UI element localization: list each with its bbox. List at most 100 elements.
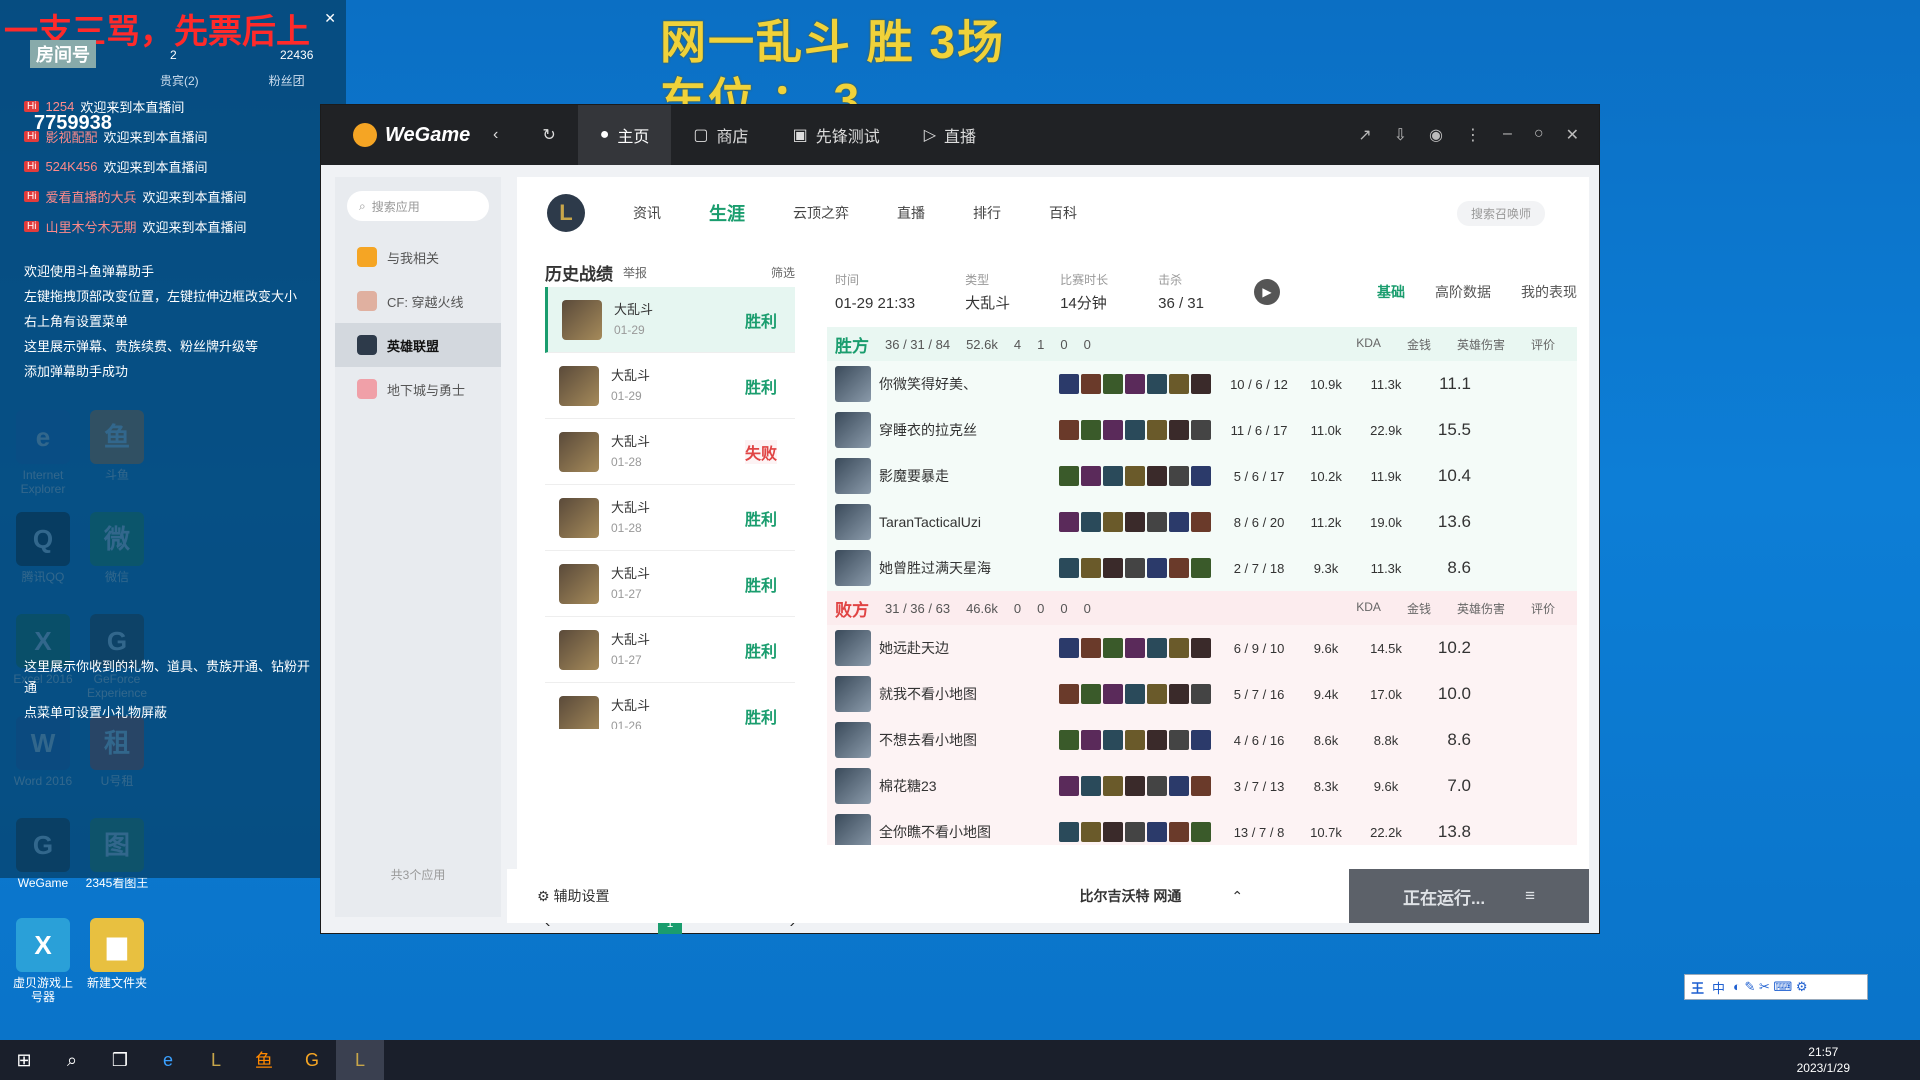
nav-tft[interactable]: 云顶之弈 [793, 203, 849, 223]
nav-live[interactable]: 直播 [897, 203, 925, 223]
tab-home[interactable]: ● 主页 [577, 105, 672, 165]
player-row[interactable]: 影魔要暴走 5 / 6 / 17 10.2k 11.9k 10.4 [827, 453, 1577, 499]
tab-fans[interactable]: 粉丝团 [269, 72, 305, 89]
history-row[interactable]: 大乱斗 01-29 胜利 [545, 353, 795, 419]
back-icon[interactable]: ‹ [471, 105, 520, 165]
champion-avatar [835, 412, 871, 448]
item-icon [1125, 374, 1145, 394]
minimize-icon[interactable]: – [1503, 125, 1512, 145]
desktop-icon[interactable]: ▆ 新建文件夹 [82, 918, 152, 990]
replay-icon[interactable]: ▶ [1253, 279, 1280, 305]
search-icon[interactable]: ⌕ [48, 1040, 96, 1080]
tab-pioneer[interactable]: ▣ 先锋测试 [771, 105, 902, 165]
search-icon: ⌕ [359, 198, 366, 213]
team-header: 胜方 36 / 31 / 84 52.6k 4 1 0 0 KDA 金钱 英雄伤害 评价 [827, 327, 1577, 361]
item-icon [1103, 776, 1123, 796]
history-row[interactable]: 大乱斗 01-28 失败 [545, 419, 795, 485]
item-icon [1125, 776, 1145, 796]
item-icon [1059, 374, 1079, 394]
match-time: 01-29 21:33 [835, 295, 916, 312]
app-icon: X [16, 918, 70, 972]
nav-news[interactable]: 资讯 [633, 203, 661, 223]
tab-performance[interactable]: 我的表现 [1521, 282, 1577, 302]
history-row[interactable]: 大乱斗 01-27 胜利 [545, 617, 795, 683]
summoner-search-input[interactable]: 搜索召唤师 [1456, 200, 1545, 226]
item-icon [1169, 684, 1189, 704]
history-row[interactable]: 大乱斗 01-29 胜利 [545, 287, 795, 353]
close-icon[interactable]: ✕ [324, 10, 336, 27]
close-icon[interactable]: ✕ [1566, 125, 1579, 145]
desktop-icon[interactable]: X 虚贝游戏上号器 [8, 918, 78, 1004]
chevron-up-icon[interactable]: ⌃ [1231, 888, 1243, 905]
nav-wiki[interactable]: 百科 [1049, 203, 1077, 223]
player-row[interactable]: 你微笑得好美、 10 / 6 / 12 10.9k 11.3k 11.1 [827, 361, 1577, 407]
filter-button[interactable]: 筛选 [771, 264, 795, 281]
title-bar: WeGame ‹ ↻ ● 主页 ▢ 商店 ▣ 先锋测试 ▷ 直播 ↗ ⇩ ◉ ⋮ – ○… [321, 105, 1599, 165]
item-icon [1103, 822, 1123, 842]
sidebar-item-related[interactable]: 与我相关 [335, 235, 501, 279]
chat-message: Hi 爱看直播的大兵 欢迎来到本直播间 [0, 181, 346, 211]
assist-settings-button[interactable]: ⚙ 辅助设置 [507, 886, 609, 906]
clock[interactable]: 21:57 2023/1/29 [1797, 1044, 1920, 1076]
tab-basic[interactable]: 基础 [1377, 282, 1405, 302]
player-row[interactable]: 全你瞧不看小地图 13 / 7 / 8 10.7k 22.2k 13.8 [827, 809, 1577, 845]
player-row[interactable]: 她远赴天边 6 / 9 / 10 9.6k 14.5k 10.2 [827, 625, 1577, 671]
share-icon[interactable]: ↗ [1358, 125, 1371, 145]
sidebar-item-cf[interactable]: CF: 穿越火线 [335, 279, 501, 323]
wegame-icon[interactable]: G [288, 1040, 336, 1080]
task-view-icon[interactable]: ❒ [96, 1040, 144, 1080]
item-icon [1081, 822, 1101, 842]
player-row[interactable]: 就我不看小地图 5 / 7 / 16 9.4k 17.0k 10.0 [827, 671, 1577, 717]
more-icon[interactable]: ⋮ [1465, 125, 1481, 145]
player-row[interactable]: 她曾胜过满天星海 2 / 7 / 18 9.3k 11.3k 8.6 [827, 545, 1577, 591]
history-row[interactable]: 大乱斗 01-28 胜利 [545, 485, 795, 551]
tab-advanced[interactable]: 高阶数据 [1435, 282, 1491, 302]
item-icon [1125, 730, 1145, 750]
item-icon [1059, 558, 1079, 578]
refresh-icon[interactable]: ↻ [520, 105, 577, 165]
item-icon [1147, 730, 1167, 750]
download-icon[interactable]: ⇩ [1394, 125, 1407, 145]
app-search-input[interactable]: ⌕ 搜索应用 [347, 191, 489, 221]
sidebar-item-dnf[interactable]: 地下城与勇士 [335, 367, 501, 411]
tab-store[interactable]: ▢ 商店 [671, 105, 770, 165]
item-icon [1191, 638, 1211, 658]
douyu-icon[interactable]: 鱼 [240, 1040, 288, 1080]
danmaku-assistant[interactable]: 一支三骂，先票后上 房间号 2 22436 ✕ 贵宾(2) 粉丝团 775993… [0, 0, 346, 878]
item-icon [1059, 638, 1079, 658]
tab-live[interactable]: ▷ 直播 [902, 105, 998, 165]
cf-icon [357, 291, 377, 311]
item-icon [1059, 512, 1079, 532]
tab-vip[interactable]: 贵宾(2) [160, 72, 199, 89]
avatar[interactable]: ◉ [1429, 125, 1443, 145]
nav-career[interactable]: 生涯 [709, 200, 745, 226]
item-icon [1081, 558, 1101, 578]
server-label[interactable]: 比尔吉沃特 网通 [1079, 886, 1181, 906]
history-row[interactable]: 大乱斗 01-27 胜利 [545, 551, 795, 617]
nav-rank[interactable]: 排行 [973, 203, 1001, 223]
item-icon [1147, 558, 1167, 578]
report-link[interactable]: 举报 [623, 264, 647, 281]
ie-icon[interactable]: e [144, 1040, 192, 1080]
player-row[interactable]: 穿睡衣的拉克丝 11 / 6 / 17 11.0k 22.9k 15.5 [827, 407, 1577, 453]
item-icon [1125, 466, 1145, 486]
player-row[interactable]: TaranTacticalUzi 8 / 6 / 20 11.2k 19.0k 13.6 [827, 499, 1577, 545]
item-icon [1103, 512, 1123, 532]
item-icon [1059, 420, 1079, 440]
start-icon[interactable]: ⊞ [0, 1040, 48, 1080]
history-row[interactable]: 大乱斗 01-26 胜利 [545, 683, 795, 729]
maximize-icon[interactable]: ○ [1534, 125, 1544, 145]
match-type: 大乱斗 [965, 295, 1011, 312]
lol-icon[interactable]: L [192, 1040, 240, 1080]
match-duration: 14分钟 [1060, 295, 1107, 312]
item-icon [1125, 684, 1145, 704]
sidebar-item-lol[interactable]: 英雄联盟 [335, 323, 501, 367]
item-icon [1191, 684, 1211, 704]
system-message: 欢迎使用斗鱼弹幕助手 [24, 264, 155, 279]
player-row[interactable]: 棉花糖23 3 / 7 / 13 8.3k 9.6k 7.0 [827, 763, 1577, 809]
ime-toolbar[interactable]: 王中 ◐ ✎ ✂ ⌨ ⚙ [1684, 974, 1868, 1000]
lol-client-icon[interactable]: L [336, 1040, 384, 1080]
player-row[interactable]: 不想去看小地图 4 / 6 / 16 8.6k 8.8k 8.6 [827, 717, 1577, 763]
running-status[interactable]: 正在运行... ≡ [1349, 869, 1589, 923]
system-message: 这里展示弹幕、贵族续费、粉丝牌升级等 [24, 339, 259, 354]
